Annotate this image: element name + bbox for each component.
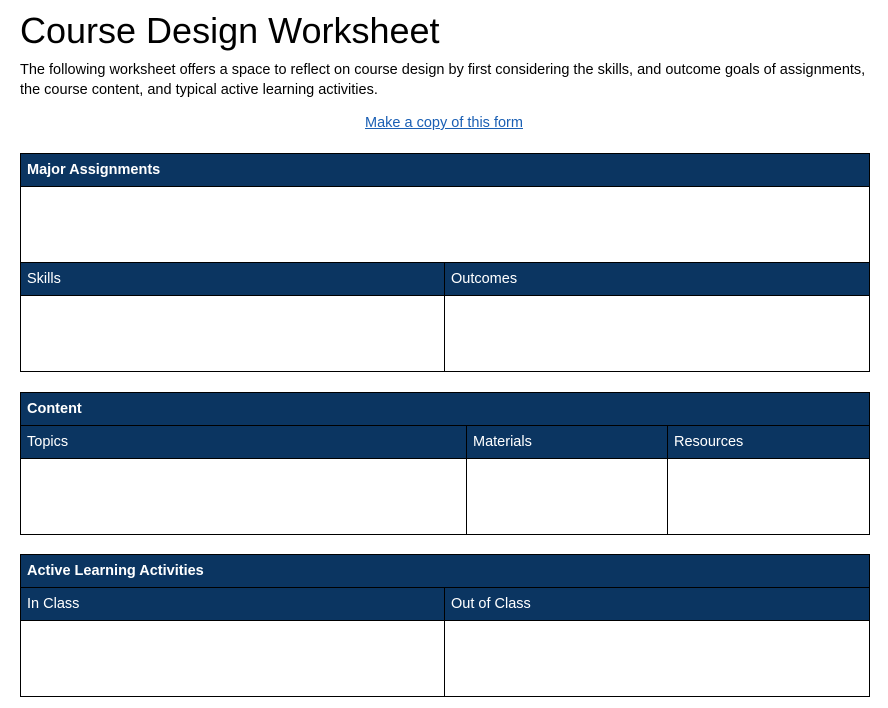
make-copy-link[interactable]: Make a copy of this form xyxy=(365,115,523,131)
in-class-header: In Class xyxy=(20,587,445,621)
major-assignments-table: Major Assignments Skills Outcomes xyxy=(20,153,870,372)
active-learning-table: Active Learning Activities In Class Out … xyxy=(20,554,870,697)
page-title: Course Design Worksheet xyxy=(20,10,440,51)
materials-field[interactable] xyxy=(467,459,667,534)
major-assignments-header: Major Assignments xyxy=(20,153,870,187)
active-learning-header: Active Learning Activities xyxy=(20,554,870,588)
skills-cell xyxy=(20,295,445,372)
in-class-cell xyxy=(20,620,445,697)
skills-header: Skills xyxy=(20,262,445,296)
content-header: Content xyxy=(19,392,871,426)
intro-text: The following worksheet offers a space t… xyxy=(20,62,866,98)
out-of-class-header: Out of Class xyxy=(444,587,870,621)
resources-field[interactable] xyxy=(668,459,870,534)
topics-cell xyxy=(20,458,467,535)
major-assignments-field[interactable] xyxy=(21,187,869,262)
outcomes-cell xyxy=(444,295,870,372)
resources-cell xyxy=(666,458,871,535)
content-table: Content Topics Materials Resources xyxy=(19,392,871,535)
out-of-class-cell xyxy=(444,620,870,697)
skills-field[interactable] xyxy=(21,296,444,371)
materials-header: Materials xyxy=(466,425,668,459)
in-class-field[interactable] xyxy=(21,621,444,696)
outcomes-header: Outcomes xyxy=(444,262,870,296)
materials-cell xyxy=(466,458,668,535)
major-assignments-cell xyxy=(20,186,870,263)
out-of-class-field[interactable] xyxy=(445,621,869,696)
copy-link-container: Make a copy of this form xyxy=(0,114,888,132)
outcomes-field[interactable] xyxy=(445,296,869,371)
resources-header: Resources xyxy=(666,425,871,459)
topics-header: Topics xyxy=(20,425,467,459)
topics-field[interactable] xyxy=(21,459,466,534)
